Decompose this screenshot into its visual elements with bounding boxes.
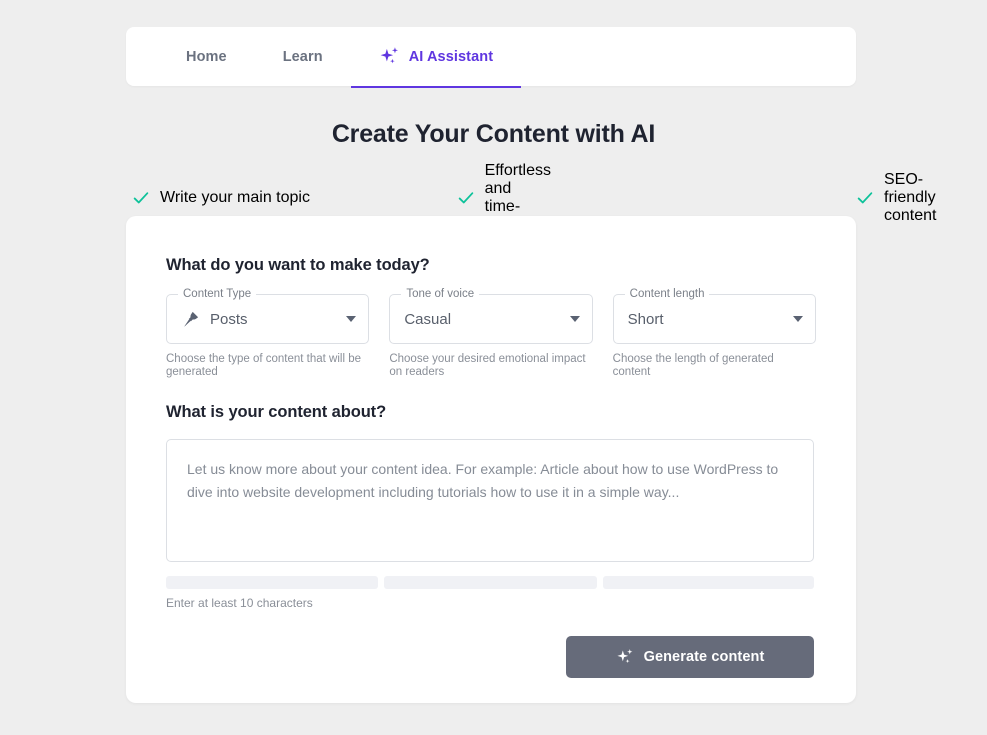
sparkle-icon (616, 648, 635, 667)
tab-learn-label: Learn (282, 48, 323, 65)
content-type-value-wrap: Posts (181, 310, 248, 329)
tone-of-voice-legend: Tone of voice (401, 288, 480, 301)
content-idea-textarea[interactable]: Let us know more about your content idea… (166, 439, 814, 562)
tone-of-voice-value-wrap: Casual (404, 311, 451, 328)
content-type-value: Posts (210, 310, 248, 328)
tone-of-voice-group: Tone of voice Casual Choose your desired… (389, 288, 593, 379)
content-length-select[interactable]: Content length Short (612, 288, 816, 344)
tone-of-voice-helper: Choose your desired emotional impact on … (389, 353, 586, 378)
tone-of-voice-value: Casual (404, 310, 452, 328)
pushpin-icon (181, 310, 200, 329)
content-length-group: Content length Short Choose the length o… (612, 288, 816, 379)
content-type-legend: Content Type (178, 288, 257, 301)
content-type-select[interactable]: Content Type Posts (166, 288, 370, 344)
chevron-down-icon[interactable] (792, 316, 803, 322)
chevron-down-icon[interactable] (346, 316, 357, 322)
tab-home[interactable]: Home (158, 27, 255, 86)
select-row: Content Type Posts Choose the type of co… (166, 288, 816, 379)
content-length-value-wrap: Short (628, 311, 664, 328)
content-type-group: Content Type Posts Choose the type of co… (166, 288, 370, 379)
check-icon (457, 189, 475, 207)
tone-of-voice-select[interactable]: Tone of voice Casual (389, 288, 593, 344)
content-length-legend: Content length (624, 288, 710, 301)
tab-ai-assistant-label: AI Assistant (408, 48, 494, 65)
skeleton-bar (384, 576, 597, 589)
content-type-helper: Choose the type of content that will be … (166, 353, 361, 378)
min-characters-note: Enter at least 10 characters (166, 596, 313, 610)
content-length-value: Short (627, 310, 664, 328)
top-navigation-bar: Home Learn AI Assistant (126, 27, 856, 88)
sparkle-icon (379, 46, 401, 68)
feature-label: Write your main topic (160, 189, 310, 206)
page-title: Create Your Content with AI (331, 120, 656, 148)
check-icon (856, 189, 874, 207)
chevron-down-icon[interactable] (569, 316, 580, 322)
content-length-helper: Choose the length of generated content (612, 353, 774, 378)
generate-button-row: Generate content (166, 636, 814, 678)
check-icon (132, 189, 150, 207)
tab-ai-assistant[interactable]: AI Assistant (350, 27, 522, 88)
suggestion-skeleton-row (166, 576, 814, 589)
generate-content-label: Generate content (643, 649, 765, 665)
content-about-heading: What is your content about? (166, 403, 387, 421)
tab-home-label: Home (186, 48, 227, 65)
feature-label: SEO-friendly content (884, 171, 937, 224)
generate-content-button[interactable]: Generate content (566, 636, 814, 678)
make-today-heading: What do you want to make today? (166, 256, 430, 274)
skeleton-bar (166, 576, 379, 589)
ai-generator-card: What do you want to make today? Content … (126, 216, 856, 703)
skeleton-bar (602, 576, 814, 589)
tab-learn[interactable]: Learn (255, 27, 351, 86)
